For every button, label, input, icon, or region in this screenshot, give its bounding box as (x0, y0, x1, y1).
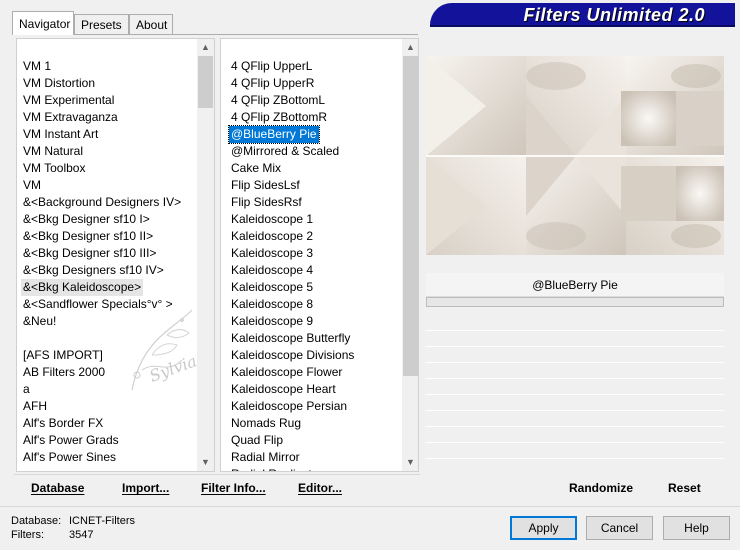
control-row (426, 330, 724, 331)
list-item[interactable]: VM Instant Art (23, 126, 98, 143)
list-item[interactable]: Kaleidoscope Butterfly (231, 330, 350, 347)
tab-presets[interactable]: Presets (74, 14, 129, 34)
list-item[interactable]: AFH (23, 398, 47, 415)
list-item[interactable]: VM Extravaganza (23, 109, 118, 126)
preview-image (426, 56, 724, 255)
import-button[interactable]: Import... (122, 481, 169, 495)
scroll-down-icon[interactable]: ▼ (197, 454, 214, 471)
divider (0, 506, 740, 507)
filters-count-value: 3547 (69, 529, 94, 541)
progress-bar (426, 297, 724, 307)
list-item[interactable]: Alf's Power Grads (23, 432, 119, 449)
help-button[interactable]: Help (663, 516, 730, 540)
list-item[interactable]: VM 1 (23, 58, 51, 75)
list-item[interactable]: 4 QFlip ZBottomR (231, 109, 327, 126)
tab-about[interactable]: About (129, 14, 173, 34)
filter-info-button[interactable]: Filter Info... (201, 481, 266, 495)
list-item[interactable]: 4 QFlip UpperR (231, 75, 314, 92)
list-item[interactable]: Kaleidoscope 8 (231, 296, 313, 313)
list-item[interactable]: Flip SidesRsf (231, 194, 302, 211)
scroll-down-icon[interactable]: ▼ (402, 454, 418, 471)
filter-name-display: @BlueBerry Pie (426, 273, 724, 297)
database-button[interactable]: Database (31, 481, 84, 495)
list-item[interactable]: Kaleidoscope Persian (231, 398, 347, 415)
scroll-thumb[interactable] (403, 56, 418, 376)
title-banner: Filters Unlimited 2.0 (430, 3, 735, 27)
filter-scrollbar[interactable]: ▲ ▼ (402, 39, 418, 471)
list-item[interactable]: 4 QFlip ZBottomL (231, 92, 325, 109)
list-item[interactable]: AB Filters 2000 (23, 364, 105, 381)
control-row (426, 378, 724, 379)
apply-button[interactable]: Apply (510, 516, 577, 540)
list-item[interactable]: Kaleidoscope 3 (231, 245, 313, 262)
list-item[interactable]: Kaleidoscope 5 (231, 279, 313, 296)
control-row (426, 426, 724, 427)
list-item[interactable]: VM Distortion (23, 75, 95, 92)
database-label: Database: (11, 515, 62, 527)
list-item[interactable]: Alf's Border FX (23, 415, 103, 432)
control-row (426, 442, 724, 443)
list-item[interactable]: &<Bkg Designer sf10 II> (23, 228, 153, 245)
list-item[interactable]: VM Experimental (23, 92, 114, 109)
database-value: ICNET-Filters (69, 515, 135, 527)
list-item[interactable]: &<Bkg Designer sf10 III> (23, 245, 156, 262)
list-item[interactable]: Nomads Rug (231, 415, 301, 432)
list-item[interactable]: Kaleidoscope 9 (231, 313, 313, 330)
list-item[interactable]: Kaleidoscope Divisions (231, 347, 354, 364)
list-item[interactable]: Radial Mirror (231, 449, 300, 466)
list-item[interactable]: Cake Mix (231, 160, 281, 177)
list-item[interactable]: &<Bkg Kaleidoscope> (21, 279, 144, 296)
list-item[interactable]: Radial Replicate (231, 466, 318, 471)
filters-count-label: Filters: (11, 529, 44, 541)
scroll-up-icon[interactable]: ▲ (402, 39, 418, 56)
randomize-button[interactable]: Randomize (569, 481, 633, 495)
list-item[interactable]: &<Background Designers IV> (23, 194, 181, 211)
list-item[interactable]: Quad Flip (231, 432, 283, 449)
scroll-thumb[interactable] (198, 56, 213, 108)
control-row (426, 346, 724, 347)
watermark-logo: Sylvia (131, 309, 199, 391)
list-item[interactable]: &<Bkg Designer sf10 I> (23, 211, 150, 228)
reset-button[interactable]: Reset (668, 481, 701, 495)
list-item[interactable]: @Mirrored & Scaled (231, 143, 339, 160)
list-item[interactable]: Alf's Power Sines (23, 449, 116, 466)
list-item[interactable]: Kaleidoscope 4 (231, 262, 313, 279)
list-item[interactable]: &<Bkg Designers sf10 IV> (23, 262, 164, 279)
svg-text:Sylvia: Sylvia (147, 351, 199, 386)
list-item[interactable]: [AFS IMPORT] (23, 347, 103, 364)
scroll-up-icon[interactable]: ▲ (197, 39, 214, 56)
list-item[interactable]: @BlueBerry Pie (228, 125, 320, 144)
tab-navigator[interactable]: Navigator (12, 11, 74, 35)
list-item[interactable]: Kaleidoscope Heart (231, 381, 336, 398)
kaleidoscope-preview (426, 56, 724, 255)
control-row (426, 362, 724, 363)
list-item[interactable]: a (23, 381, 30, 398)
tab-label: Navigator (19, 17, 71, 31)
editor-button[interactable]: Editor... (298, 481, 342, 495)
list-item[interactable]: 4 QFlip UpperL (231, 58, 312, 75)
list-item[interactable]: Flip SidesLsf (231, 177, 300, 194)
control-row (426, 410, 724, 411)
tab-label: Presets (81, 18, 122, 32)
list-item[interactable]: Kaleidoscope Flower (231, 364, 342, 381)
divider (14, 474, 420, 475)
app-title: Filters Unlimited 2.0 (523, 5, 705, 25)
list-item[interactable]: &Neu! (23, 313, 56, 330)
cancel-button[interactable]: Cancel (586, 516, 653, 540)
control-row (426, 394, 724, 395)
list-item[interactable]: VM Natural (23, 143, 83, 160)
list-item[interactable]: Kaleidoscope 1 (231, 211, 313, 228)
list-item[interactable]: VM Toolbox (23, 160, 85, 177)
filter-list[interactable]: 4 QFlip UpperL 4 QFlip UpperR 4 QFlip ZBot… (220, 38, 419, 472)
list-item[interactable]: Kaleidoscope 2 (231, 228, 313, 245)
tab-label: About (136, 18, 168, 32)
control-row (426, 458, 724, 459)
list-item[interactable]: VM (23, 177, 41, 194)
